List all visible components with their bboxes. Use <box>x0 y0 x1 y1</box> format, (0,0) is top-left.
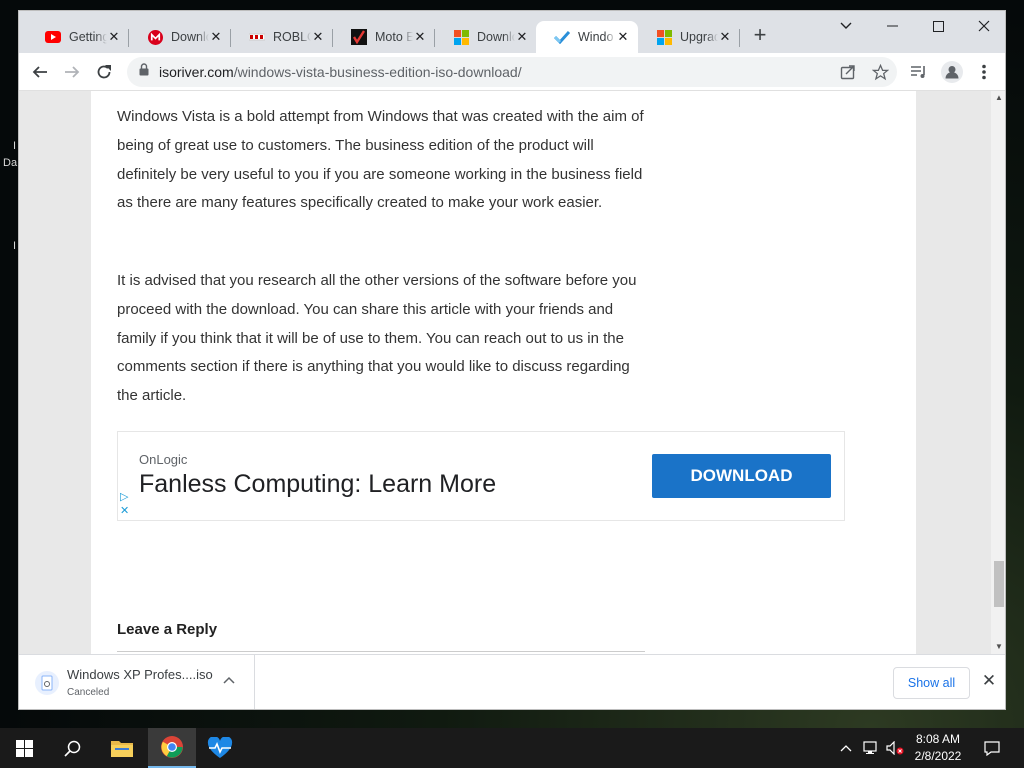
download-item[interactable]: Windows XP Profes....iso Canceled <box>19 655 255 709</box>
scroll-up-arrow-icon[interactable]: ▲ <box>991 91 1005 105</box>
windows-taskbar: 8:08 AM 2/8/2022 <box>0 728 1024 768</box>
ad-headline[interactable]: Fanless Computing: Learn More <box>139 470 496 499</box>
new-tab-button[interactable]: + <box>749 24 771 47</box>
ad-advertiser: OnLogic <box>139 452 188 467</box>
tab-youtube[interactable]: Getting ✕ <box>27 21 129 53</box>
minimize-button[interactable] <box>869 11 915 41</box>
show-all-downloads-button[interactable]: Show all <box>893 667 970 699</box>
chevron-up-icon[interactable] <box>223 673 235 687</box>
tab-roblox[interactable]: ROBLOX ✕ <box>231 21 333 53</box>
adchoices[interactable]: ▷ ✕ <box>120 490 129 518</box>
scrollbar-thumb[interactable] <box>994 561 1004 607</box>
tab-strip: Getting ✕ Downlo ✕ ROBLOX ✕ Moto E ✕ <box>19 11 1005 53</box>
scroll-down-arrow-icon[interactable]: ▼ <box>991 640 1005 654</box>
adchoices-play-icon[interactable]: ▷ <box>120 490 129 504</box>
heartbeat-app-icon[interactable] <box>196 728 244 768</box>
address-bar[interactable]: isoriver.com/windows-vista-business-edit… <box>127 57 897 87</box>
tab-title: Getting <box>69 30 107 44</box>
tab-download-m[interactable]: Downlo ✕ <box>129 21 231 53</box>
leave-reply-heading: Leave a Reply <box>117 621 218 638</box>
tab-title: Upgrad <box>680 30 718 44</box>
tab-search-chevron-icon[interactable] <box>823 11 869 41</box>
tab-windows-vista-active[interactable]: Windo ✕ <box>536 21 638 53</box>
blue-check-icon <box>554 29 570 45</box>
volume-muted-icon[interactable] <box>884 728 906 768</box>
chevron-up-icon[interactable] <box>836 728 856 768</box>
close-tab-icon[interactable]: ✕ <box>515 29 529 45</box>
ad-download-button[interactable]: DOWNLOAD <box>652 454 831 498</box>
close-tab-icon[interactable]: ✕ <box>718 29 732 45</box>
browser-toolbar: isoriver.com/windows-vista-business-edit… <box>19 53 1005 91</box>
tab-upgrade[interactable]: Upgrad ✕ <box>638 21 740 53</box>
download-filename: Windows XP Profes....iso <box>67 667 213 682</box>
tab-title: Downlo <box>477 30 515 44</box>
ad-close-icon[interactable]: ✕ <box>120 504 129 518</box>
clock-date: 2/8/2022 <box>914 749 962 763</box>
download-shelf: Windows XP Profes....iso Canceled Show a… <box>19 654 1005 709</box>
desktop-icon-fragment: I <box>13 240 17 252</box>
reading-list-icon[interactable] <box>905 59 931 85</box>
search-icon[interactable] <box>48 728 96 768</box>
tab-download-windows[interactable]: Downlo ✕ <box>435 21 537 53</box>
checkmark-icon <box>351 29 367 45</box>
tab-moto-e[interactable]: Moto E ✕ <box>333 21 435 53</box>
tab-title: ROBLOX <box>273 30 311 44</box>
close-tab-icon[interactable]: ✕ <box>616 29 630 45</box>
reload-button[interactable] <box>91 59 117 85</box>
close-window-button[interactable] <box>961 11 1005 41</box>
maximize-button[interactable] <box>915 11 961 41</box>
article-paragraph: Windows Vista is a bold attempt from Win… <box>117 108 644 212</box>
close-tab-icon[interactable]: ✕ <box>413 29 427 45</box>
url-host: isoriver.com <box>159 64 234 80</box>
file-icon <box>35 671 59 695</box>
profile-avatar-icon[interactable] <box>939 59 965 85</box>
chrome-taskbar-icon[interactable] <box>148 728 196 768</box>
start-button[interactable] <box>0 728 48 768</box>
youtube-icon <box>45 29 61 45</box>
close-tab-icon[interactable]: ✕ <box>209 29 223 45</box>
back-button[interactable] <box>27 59 53 85</box>
browser-menu-icon[interactable] <box>971 59 997 85</box>
tab-title: Downlo <box>171 30 209 44</box>
windows-icon <box>656 29 672 45</box>
url-text: isoriver.com/windows-vista-business-edit… <box>159 64 522 80</box>
page-scrollbar[interactable]: ▲ ▼ <box>991 91 1005 654</box>
clock-time: 8:08 AM <box>915 732 961 746</box>
network-icon[interactable] <box>860 728 882 768</box>
article-paragraph: It is advised that you research all the … <box>117 272 637 405</box>
file-explorer-icon[interactable] <box>98 728 146 768</box>
article-content: Windows Vista is a bold attempt from Win… <box>91 91 916 654</box>
windows-icon <box>453 29 469 45</box>
lock-icon[interactable] <box>139 63 149 81</box>
desktop-icon-fragment: I <box>13 140 17 152</box>
tab-title: Windo <box>578 30 614 44</box>
forward-button[interactable] <box>59 59 85 85</box>
browser-window: Getting ✕ Downlo ✕ ROBLOX ✕ Moto E ✕ <box>18 10 1006 710</box>
page-viewport[interactable]: Windows Vista is a bold attempt from Win… <box>19 91 1005 654</box>
roblox-icon <box>249 29 265 45</box>
download-status: Canceled <box>67 687 110 698</box>
close-tab-icon[interactable]: ✕ <box>311 29 325 45</box>
desktop-icon-label-fragment: Da <box>3 157 18 169</box>
bookmark-star-icon[interactable] <box>867 59 893 85</box>
close-download-shelf-icon[interactable]: ✕ <box>979 671 999 693</box>
red-circle-m-icon <box>147 29 163 45</box>
tab-title: Moto E <box>375 30 413 44</box>
advertisement-banner[interactable]: OnLogic Fanless Computing: Learn More DO… <box>117 431 845 521</box>
notification-center-icon[interactable] <box>978 728 1006 768</box>
url-path: /windows-vista-business-edition-iso-down… <box>233 64 522 80</box>
close-tab-icon[interactable]: ✕ <box>107 29 121 45</box>
system-clock[interactable]: 8:08 AM 2/8/2022 <box>904 731 972 765</box>
share-icon[interactable] <box>835 59 861 85</box>
